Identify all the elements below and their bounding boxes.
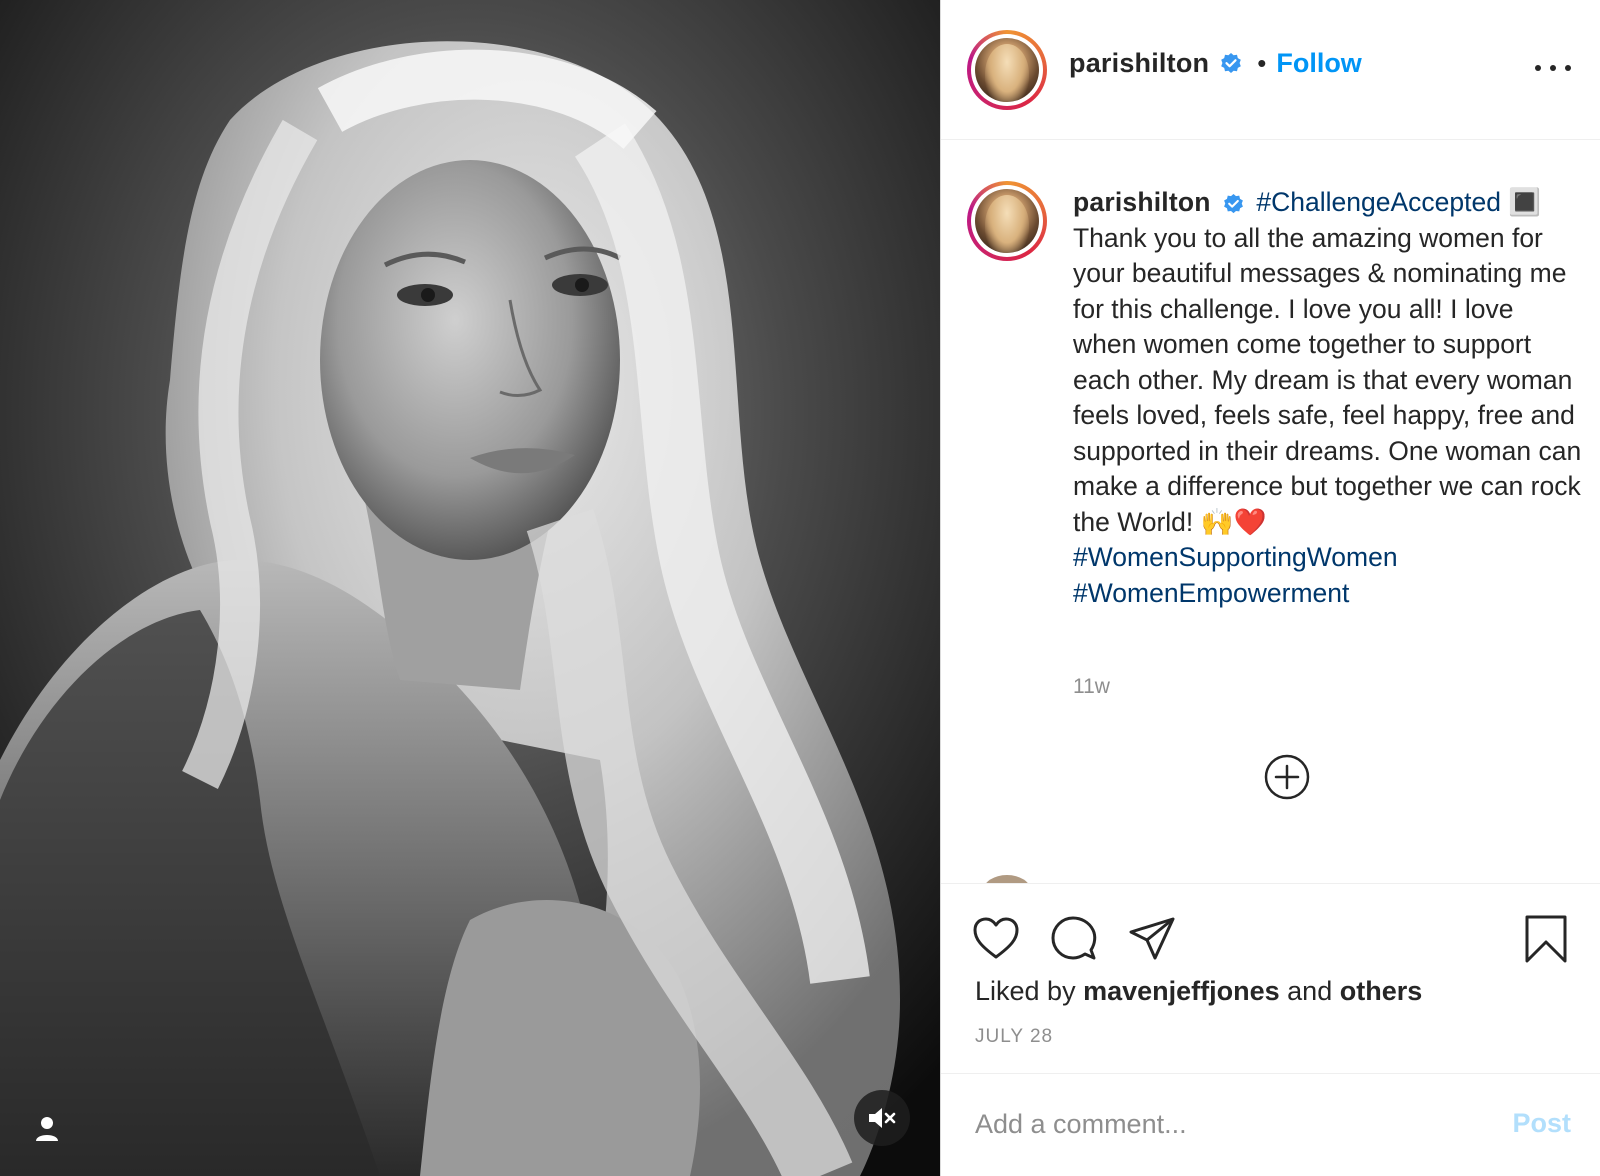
action-bar: Liked by mavenjeffjones and others JULY … xyxy=(941,883,1600,1073)
load-more-comments-icon[interactable] xyxy=(1263,753,1311,801)
post-comment-button[interactable]: Post xyxy=(1512,1108,1571,1139)
post-caption: parishilton #ChallengeAccepted 🔳 Thank y… xyxy=(1073,185,1583,611)
avatar-image xyxy=(975,38,1039,102)
likes-summary: Liked by mavenjeffjones and others xyxy=(975,976,1423,1006)
comment-icon[interactable] xyxy=(1049,914,1099,964)
caption-author-avatar[interactable] xyxy=(967,181,1047,261)
separator-dot: • xyxy=(1257,48,1267,78)
caption-timestamp: 11w xyxy=(1073,675,1110,698)
paper-plane-icon[interactable] xyxy=(1127,914,1177,964)
comment-peek-cutoff xyxy=(981,861,1541,883)
post-photo xyxy=(0,0,940,1176)
hashtag-link[interactable]: #WomenEmpowerment xyxy=(1073,578,1349,608)
hashtag-link[interactable]: #WomenSupportingWomen xyxy=(1073,542,1398,572)
liked-by-others[interactable]: others xyxy=(1340,976,1423,1006)
add-comment-bar: Post xyxy=(941,1073,1600,1176)
comment-input[interactable] xyxy=(975,1102,1455,1146)
caption-username[interactable]: parishilton xyxy=(1073,187,1211,217)
post-header: parishilton • Follow xyxy=(941,0,1600,140)
mute-toggle-button[interactable] xyxy=(854,1090,910,1146)
author-username[interactable]: parishilton xyxy=(1069,48,1209,79)
follow-button[interactable]: Follow xyxy=(1276,48,1361,79)
post-media[interactable] xyxy=(0,0,940,1176)
avatar-image xyxy=(975,189,1039,253)
more-options-icon[interactable] xyxy=(1535,56,1571,80)
hashtag-link[interactable]: #ChallengeAccepted xyxy=(1256,187,1501,217)
verified-badge-icon xyxy=(1224,193,1243,213)
post-side-panel: parishilton • Follow parishilton #Challe… xyxy=(940,0,1600,1176)
tagged-user-button[interactable] xyxy=(28,1110,66,1148)
post-date: JULY 28 xyxy=(975,1026,1054,1047)
user-icon xyxy=(36,1117,58,1141)
verified-badge-icon xyxy=(1221,52,1242,73)
caption-text: Thank you to all the amazing women for y… xyxy=(1073,222,1582,537)
speaker-muted-icon xyxy=(869,1108,896,1128)
comments-section[interactable]: parishilton #ChallengeAccepted 🔳 Thank y… xyxy=(941,141,1600,883)
heart-icon[interactable] xyxy=(971,914,1021,964)
author-info: parishilton • Follow xyxy=(1069,48,1362,79)
caption-emoji: 🔳 xyxy=(1508,187,1542,217)
bookmark-icon[interactable] xyxy=(1521,914,1571,964)
author-avatar[interactable] xyxy=(967,30,1047,110)
liked-by-user[interactable]: mavenjeffjones xyxy=(1083,976,1280,1006)
